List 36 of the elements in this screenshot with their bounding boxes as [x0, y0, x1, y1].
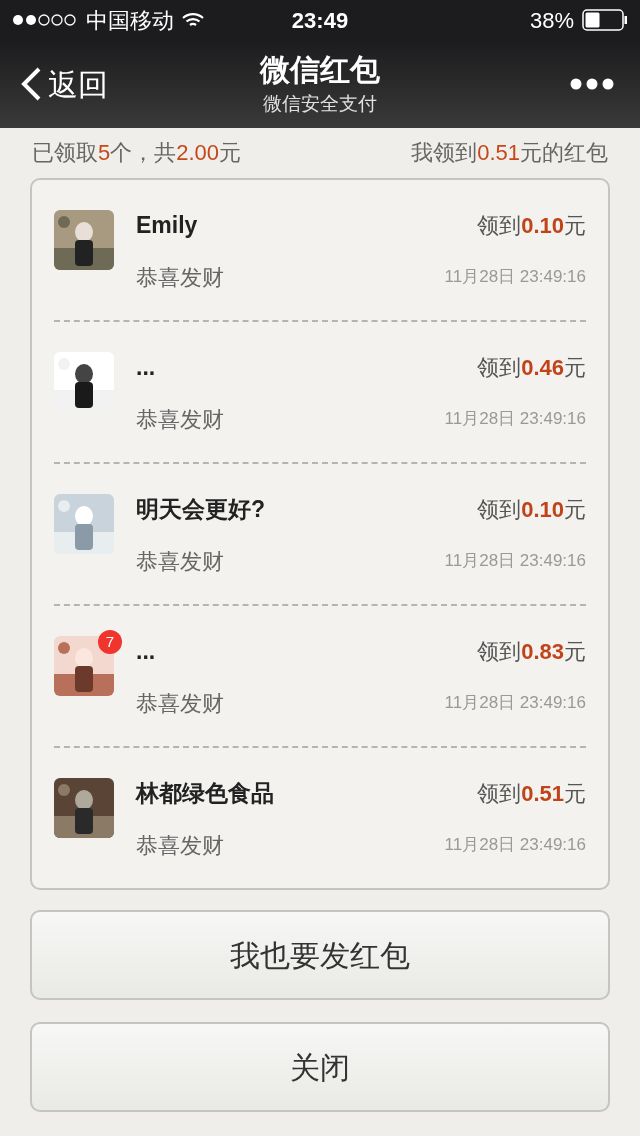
greeting-text: 恭喜发财 — [136, 831, 224, 860]
greeting-text: 恭喜发财 — [136, 405, 224, 434]
received-amount: 领到0.10元 — [477, 211, 586, 240]
receive-time: 11月28日 23:49:16 — [444, 834, 586, 857]
my-amount-summary: 我领到0.51元的红包 — [411, 139, 608, 167]
action-button[interactable]: 我也要发红包 — [30, 910, 610, 1000]
signal-icon — [12, 14, 78, 26]
sender-name: Emily — [136, 210, 198, 240]
receive-time: 11月28日 23:49:16 — [444, 266, 586, 289]
sender-name: ... — [136, 636, 156, 666]
received-summary: 已领取5个，共2.00元 — [32, 139, 242, 167]
action-button[interactable]: 关闭 — [30, 1022, 610, 1112]
receive-time: 11月28日 23:49:16 — [444, 408, 586, 431]
battery-percent: 38% — [529, 6, 574, 35]
greeting-text: 恭喜发财 — [136, 263, 224, 292]
greeting-text: 恭喜发财 — [136, 689, 224, 718]
wifi-icon — [182, 12, 204, 28]
received-amount: 领到0.83元 — [477, 637, 586, 666]
received-amount: 领到0.46元 — [477, 353, 586, 382]
page-title: 微信红包 — [260, 51, 380, 88]
sender-name: 明天会更好? — [136, 494, 266, 524]
unread-badge: 7 — [98, 630, 122, 654]
receive-time: 11月28日 23:49:16 — [444, 692, 586, 715]
received-amount: 领到0.10元 — [477, 495, 586, 524]
back-button[interactable]: 返回 — [20, 61, 108, 107]
sender-name: 林都绿色食品 — [136, 778, 274, 808]
sender-name: ... — [136, 352, 156, 382]
carrier-name: 中国移动 — [86, 6, 174, 35]
receive-time: 11月28日 23:49:16 — [444, 550, 586, 573]
more-icon — [570, 78, 614, 90]
clock-time: 23:49 — [291, 6, 349, 35]
back-chevron-icon — [20, 66, 42, 102]
greeting-text: 恭喜发财 — [136, 547, 224, 576]
received-amount: 领到0.51元 — [477, 779, 586, 808]
battery-icon — [582, 9, 628, 31]
page-subtitle: 微信安全支付 — [263, 91, 377, 116]
